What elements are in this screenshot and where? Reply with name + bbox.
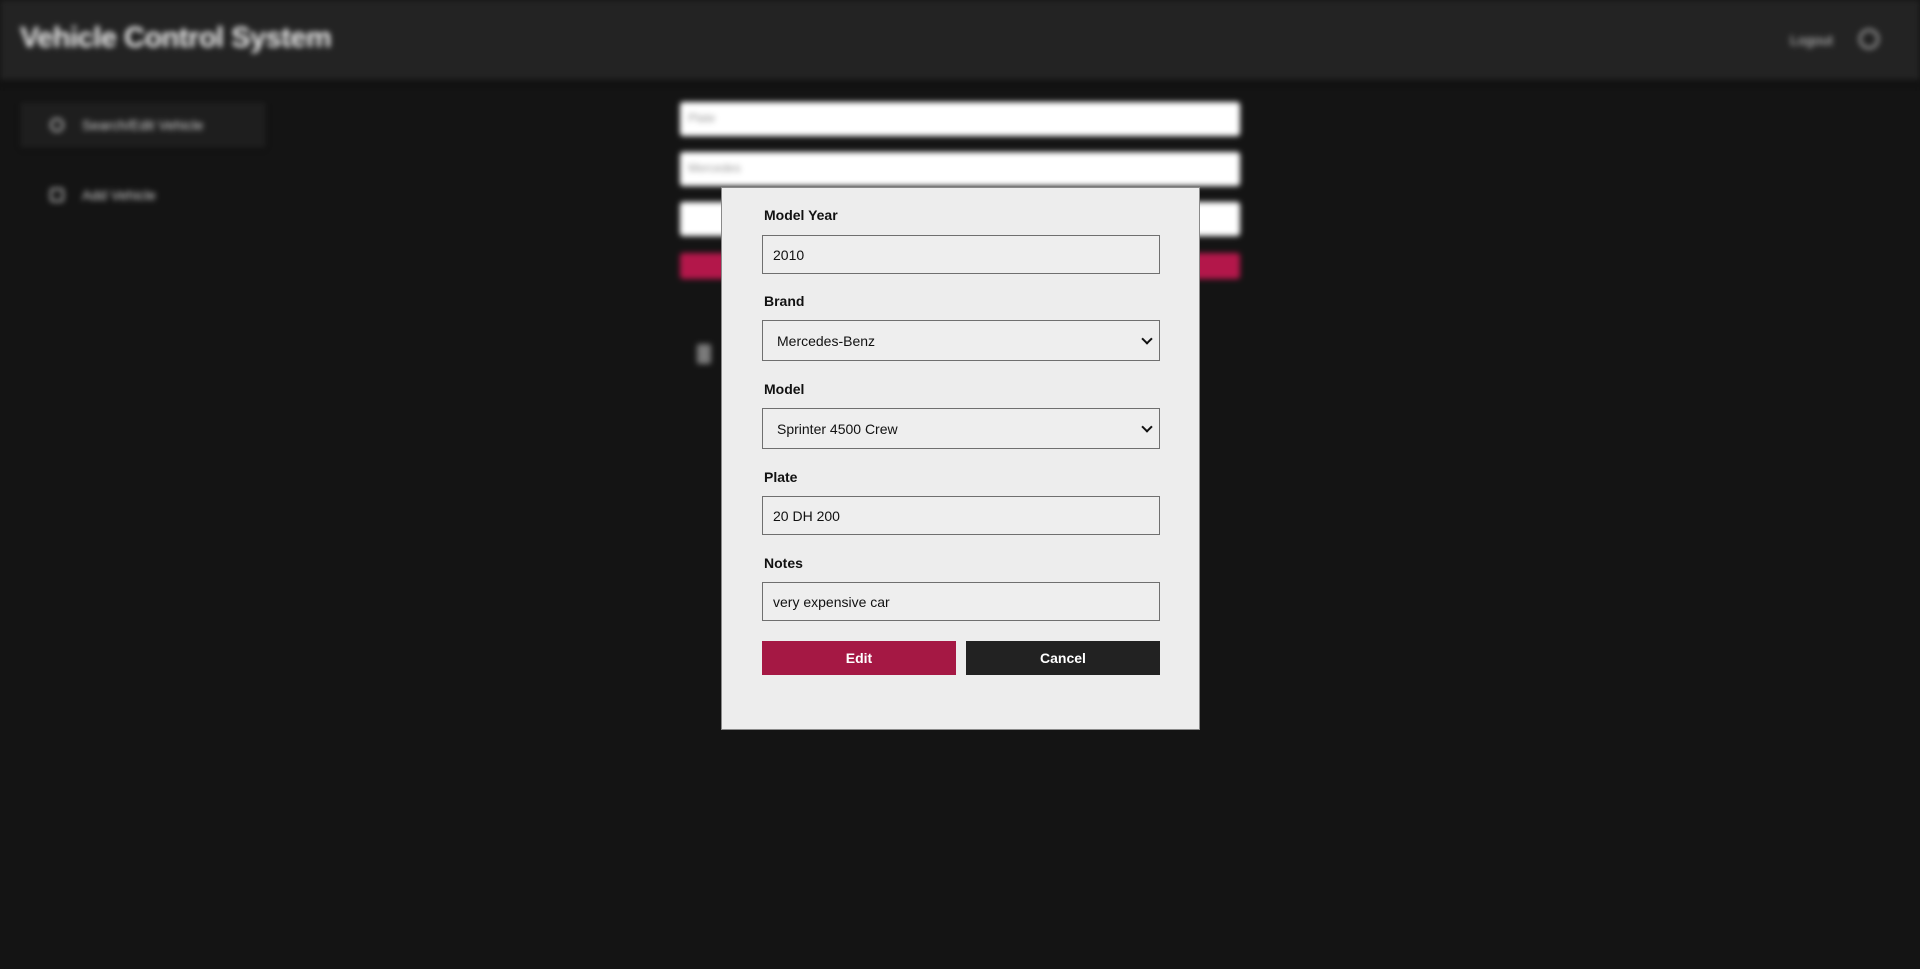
top-bar: Vehicle Control System Logout bbox=[0, 0, 1920, 80]
app-title: Vehicle Control System bbox=[20, 22, 332, 54]
model-year-label: Model Year bbox=[764, 207, 838, 223]
logout-link[interactable]: Logout bbox=[1790, 32, 1833, 48]
model-label: Model bbox=[764, 381, 805, 397]
account-icon[interactable] bbox=[1859, 29, 1879, 49]
add-vehicle-icon bbox=[50, 188, 64, 202]
brand-label: Brand bbox=[764, 293, 805, 309]
cancel-button[interactable]: Cancel bbox=[966, 641, 1160, 675]
background-plate-field[interactable]: Plate bbox=[680, 102, 1240, 136]
sidebar-item-add-vehicle[interactable]: Add Vehicle bbox=[20, 172, 266, 218]
plate-input[interactable] bbox=[762, 496, 1160, 535]
chevron-down-icon bbox=[1141, 420, 1153, 433]
sidebar-item-label: Add Vehicle bbox=[82, 187, 156, 203]
chevron-down-icon bbox=[1141, 332, 1153, 345]
sidebar-item-label: Search/Edit Vehicle bbox=[82, 117, 204, 133]
notes-input[interactable] bbox=[762, 582, 1160, 621]
model-selected-value: Sprinter 4500 Crew bbox=[777, 420, 898, 437]
notes-label: Notes bbox=[764, 555, 803, 571]
model-year-input[interactable] bbox=[762, 235, 1160, 274]
search-icon bbox=[50, 118, 64, 132]
sidebar-item-search-edit-vehicle[interactable]: Search/Edit Vehicle bbox=[20, 102, 266, 148]
edit-button[interactable]: Edit bbox=[762, 641, 956, 675]
plate-label: Plate bbox=[764, 469, 798, 485]
vehicle-result-icon bbox=[697, 344, 711, 364]
edit-vehicle-modal: Model Year Brand Mercedes-Benz Model Spr… bbox=[721, 187, 1200, 730]
background-brand-field[interactable]: Mercedes bbox=[680, 152, 1240, 186]
brand-selected-value: Mercedes-Benz bbox=[777, 332, 876, 349]
brand-select[interactable]: Mercedes-Benz bbox=[762, 320, 1160, 361]
model-select[interactable]: Sprinter 4500 Crew bbox=[762, 408, 1160, 449]
